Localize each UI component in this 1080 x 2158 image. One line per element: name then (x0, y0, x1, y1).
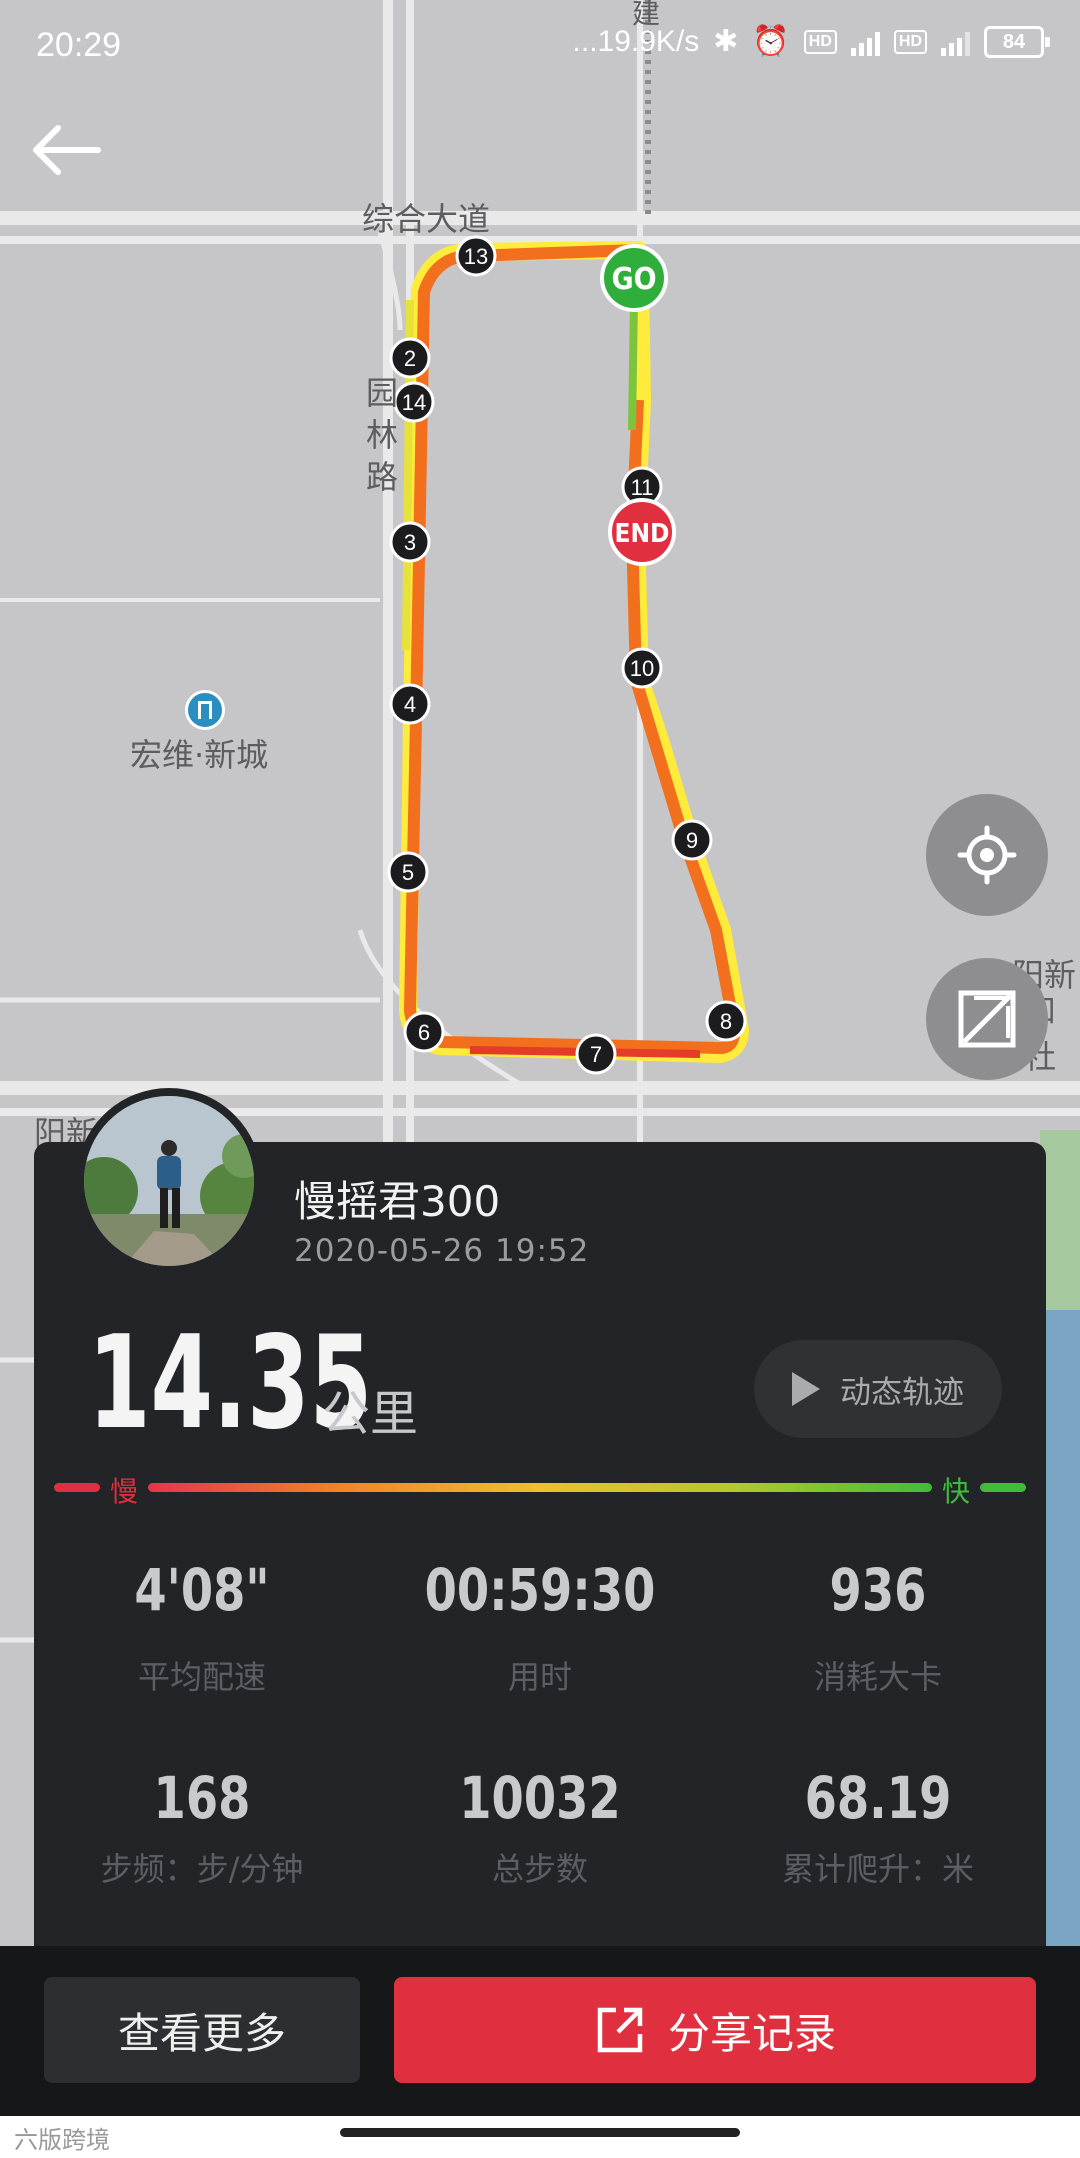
watermark: 六版跨境 (14, 2126, 110, 2154)
km-marker-4: 4 (389, 683, 431, 725)
avatar[interactable] (76, 1088, 262, 1274)
stat-steps-value: 10032 (459, 1764, 621, 1832)
back-button[interactable] (28, 120, 104, 180)
km-marker-8: 8 (705, 1000, 747, 1042)
crosshair-icon (957, 825, 1017, 885)
locate-button[interactable] (926, 794, 1048, 916)
poi-label: 宏维·新城 (130, 736, 269, 774)
view-more-button[interactable]: 查看更多 (44, 1977, 360, 2083)
battery-icon: 84 (984, 25, 1050, 58)
km-marker-5: 5 (387, 851, 429, 893)
legend-slow-label: 慢 (110, 1475, 139, 1508)
stat-avg-pace-label: 平均配速 (137, 1658, 266, 1696)
km-marker-label: 6 (418, 1020, 430, 1045)
network-speed: ...19.9K/s (572, 24, 700, 58)
km-marker-label: 4 (404, 692, 416, 717)
distance-unit: 公里 (322, 1386, 419, 1442)
km-marker-3: 3 (389, 521, 431, 563)
stat-calories-value: 936 (829, 1556, 927, 1624)
km-marker-label: 9 (686, 828, 698, 853)
stat-steps-label: 总步数 (491, 1850, 588, 1888)
km-marker-label: 3 (404, 530, 416, 555)
back-arrow-icon (33, 125, 101, 175)
hd-icon: HD (803, 29, 837, 54)
system-nav-bar (0, 2116, 1080, 2158)
status-icons: ...19.9K/s ✱ ⏰ HD HD 84 (572, 24, 1050, 59)
speed-gradient-bar (148, 1483, 932, 1492)
alarm-icon: ⏰ (752, 25, 790, 58)
dynamic-track-button[interactable]: 动态轨迹 (754, 1340, 1002, 1438)
legend-fast-label: 快 (942, 1475, 971, 1508)
km-marker-9: 9 (671, 819, 713, 861)
bluetooth-icon: ✱ (713, 25, 739, 58)
end-marker-label: END (615, 519, 670, 549)
km-marker-label: 5 (402, 860, 414, 885)
building-icon (185, 690, 225, 730)
end-marker: END (608, 498, 676, 566)
km-marker-label: 8 (720, 1009, 732, 1034)
share-record-label: 分享记录 (667, 2008, 836, 2058)
record-datetime: 2020-05-26 19:52 (294, 1233, 590, 1269)
signal-icon (850, 28, 880, 56)
status-bar: 20:29 ...19.9K/s ✱ ⏰ HD HD 84 (0, 0, 1080, 95)
km-marker-label: 11 (631, 475, 654, 500)
hd-icon-2: HD (893, 29, 927, 54)
share-icon (597, 2007, 643, 2053)
start-marker: GO (600, 244, 668, 312)
stat-climb-label: 累计爬升：米 (781, 1850, 974, 1888)
signal-icon-2 (941, 28, 970, 56)
km-marker-7: 7 (575, 1033, 617, 1075)
legend-slow-bar (54, 1483, 100, 1492)
home-indicator[interactable] (340, 2128, 740, 2137)
km-marker-label: 7 (590, 1042, 602, 1067)
km-marker-label: 14 (402, 390, 426, 415)
legend-fast-bar (980, 1483, 1026, 1492)
map-layer-button[interactable] (926, 958, 1048, 1080)
km-marker-6: 6 (403, 1011, 445, 1053)
stat-duration-value: 00:59:30 (424, 1556, 656, 1624)
km-marker-14: 14 (393, 381, 435, 423)
stat-cadence-label: 步频：步/分钟 (100, 1850, 304, 1888)
km-marker-13: 13 (455, 235, 497, 277)
dynamic-track-label: 动态轨迹 (840, 1374, 964, 1411)
stat-climb-value: 68.19 (804, 1764, 952, 1832)
stat-cadence-value: 168 (153, 1764, 251, 1832)
km-marker-label: 10 (630, 656, 654, 681)
stat-duration-label: 用时 (507, 1658, 572, 1696)
image-frame-icon (958, 990, 1016, 1048)
road-label-top: 综合大道 (362, 200, 491, 238)
km-marker-label: 2 (404, 346, 416, 371)
stat-avg-pace-value: 4'08" (134, 1556, 270, 1624)
share-record-button[interactable]: 分享记录 (394, 1977, 1036, 2083)
km-marker-label: 13 (464, 244, 488, 269)
username: 慢摇君300 (294, 1177, 501, 1226)
status-time: 20:29 (36, 26, 122, 64)
play-icon (792, 1372, 820, 1406)
km-marker-10: 10 (621, 647, 663, 689)
stat-calories-label: 消耗大卡 (813, 1658, 942, 1696)
avatar-photo (84, 1096, 254, 1266)
start-marker-label: GO (611, 262, 656, 297)
road-label-left: 园林路 (365, 374, 398, 496)
